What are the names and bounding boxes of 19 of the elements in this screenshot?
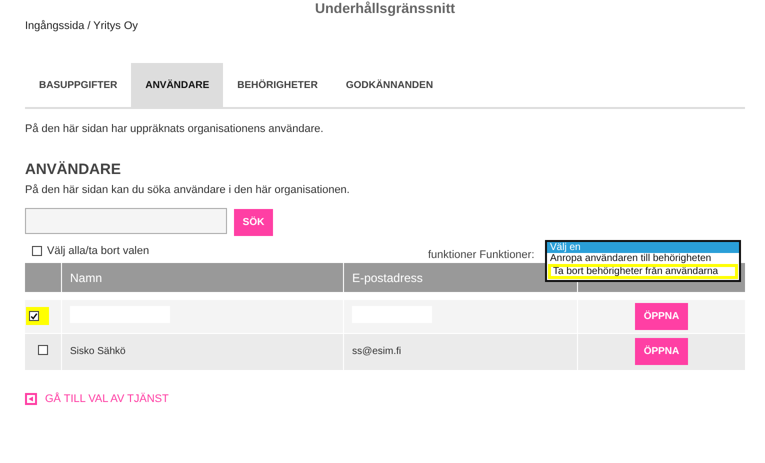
tab[interactable]: GODKÄNNANDEN: [332, 63, 448, 107]
functions-dropdown[interactable]: Välj en Anropa användaren till behörigheten Ta bort behörigheter från användarna: [545, 240, 741, 282]
checkbox[interactable]: [32, 246, 42, 256]
page-title: Underhållsgränssnitt: [314, 0, 456, 16]
functions-label: funktioner Funktioner:: [428, 249, 534, 261]
tab[interactable]: BASUPPGIFTER: [25, 63, 132, 107]
tab[interactable]: BEHÖRIGHETER: [223, 63, 332, 107]
tab[interactable]: ANVÄNDARE: [131, 63, 224, 107]
table-cell: ss@esim.fi: [352, 346, 402, 357]
search-field[interactable]: [25, 208, 227, 234]
breadcrumb[interactable]: Ingångssida / Yritys Oy: [25, 20, 745, 32]
select-all-label: Välj alla/ta bort valen: [47, 245, 150, 257]
dropdown-option[interactable]: Anropa användaren till behörigheten: [547, 253, 739, 264]
table-cell: Sisko Sähkö: [70, 346, 126, 357]
intro-text: På den här sidan har uppräknats organisationens användare.: [25, 123, 324, 135]
row-checkbox[interactable]: [38, 345, 48, 355]
section-description: På den här sidan kan du söka användare i den här organisationen.: [25, 184, 351, 196]
row-checkbox[interactable]: [28, 311, 38, 322]
section-heading: ANVÄNDARE: [25, 161, 122, 178]
